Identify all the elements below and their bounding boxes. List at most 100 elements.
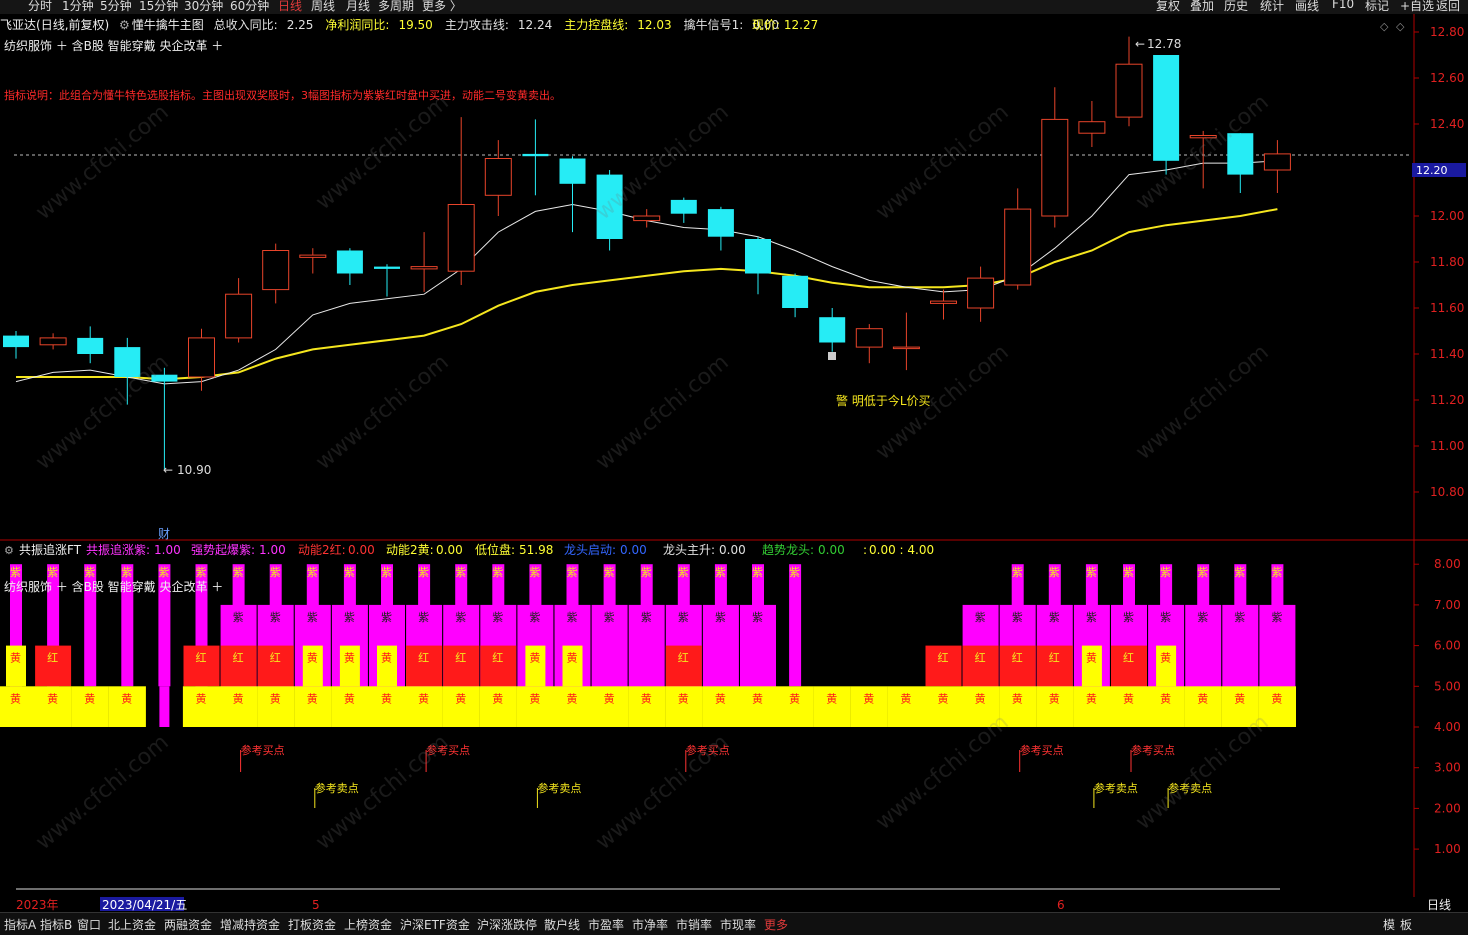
bottom-tab-9[interactable]: 沪深涨跌停 bbox=[477, 916, 537, 933]
sub-settings-icon: ⚙ bbox=[4, 544, 14, 557]
bottom-tab-12[interactable]: 市净率 bbox=[632, 916, 668, 933]
yellow-mark: 黄 bbox=[826, 691, 837, 705]
red-mark: 红 bbox=[678, 652, 689, 665]
purple-mark: 紫 bbox=[678, 611, 689, 624]
purple-mark: 紫 bbox=[233, 566, 244, 579]
yellow-mark: 黄 bbox=[344, 691, 355, 705]
bottom-tab-4[interactable]: 两融资金 bbox=[164, 916, 212, 933]
sub-info-item: 低位盘: bbox=[475, 542, 515, 557]
buy-point-label: 参考买点 bbox=[1131, 743, 1175, 757]
candle-body-up bbox=[410, 266, 438, 270]
month-label: 6 bbox=[1057, 898, 1065, 912]
yellow-mark: 黄 bbox=[1160, 691, 1171, 705]
candle-body-down bbox=[782, 275, 809, 308]
purple-mark: 紫 bbox=[567, 566, 578, 579]
yellow-mark: 黄 bbox=[975, 691, 986, 705]
red-mark: 红 bbox=[233, 652, 244, 665]
sub-info-item: : bbox=[863, 543, 867, 557]
purple-mark: 紫 bbox=[789, 566, 800, 579]
bottom-tab-1[interactable]: 指标B bbox=[40, 916, 72, 933]
kline-chart[interactable]: 12.80 12.60 12.40 12.20 12.00 11.80 11.60 11.40… bbox=[0, 0, 1468, 935]
red-mark: 红 bbox=[196, 652, 207, 665]
red-mark: 红 bbox=[47, 652, 58, 665]
yellow-mark: 黄 bbox=[529, 691, 540, 705]
purple-mark: 紫 bbox=[344, 611, 355, 624]
sub-axis-label: 4.00 bbox=[1434, 720, 1461, 734]
yellow-mark: 黄 bbox=[307, 651, 318, 665]
yellow-mark: 黄 bbox=[1086, 651, 1097, 665]
yellow-mark: 黄 bbox=[307, 691, 318, 705]
sell-point-label: 参考卖点 bbox=[315, 781, 359, 795]
sub-info-item: 强势起爆紫: bbox=[191, 543, 255, 557]
sub-info-value: 0.00 : 4.00 bbox=[869, 543, 934, 557]
diamond-icon: ◇ bbox=[1380, 20, 1389, 33]
sub-indicator-name: 共振追涨FT bbox=[19, 542, 82, 557]
purple-mark: 紫 bbox=[1197, 566, 1208, 579]
candle-body-up bbox=[39, 337, 67, 346]
yellow-mark: 黄 bbox=[604, 691, 615, 705]
sell-point-label: 参考卖点 bbox=[1094, 781, 1138, 795]
sub-axis-label: 1.00 bbox=[1434, 842, 1461, 856]
purple-mark: 紫 bbox=[641, 611, 652, 624]
purple-mark: 紫 bbox=[752, 611, 763, 624]
purple-mark: 紫 bbox=[418, 611, 429, 624]
candle-body-up bbox=[1078, 121, 1106, 134]
bottom-tab-11[interactable]: 市盈率 bbox=[588, 916, 624, 933]
candle-body-up bbox=[225, 293, 253, 339]
purple-mark: 紫 bbox=[1234, 566, 1245, 579]
purple-mark: 紫 bbox=[1123, 611, 1134, 624]
yellow-mark: 黄 bbox=[1123, 691, 1134, 705]
bottom-tab-7[interactable]: 上榜资金 bbox=[344, 916, 392, 933]
bottom-tab-8[interactable]: 沪深ETF资金 bbox=[400, 916, 470, 933]
purple-mark: 紫 bbox=[529, 566, 540, 579]
purple-mark: 紫 bbox=[1160, 566, 1171, 579]
bottom-tab-3[interactable]: 北上资金 bbox=[108, 916, 156, 933]
purple-mark: 紫 bbox=[270, 611, 281, 624]
template-button[interactable]: 模 bbox=[1383, 916, 1395, 933]
cursor-date: 2023/04/21/五 bbox=[102, 898, 187, 912]
bottom-tab-15[interactable]: 更多 bbox=[764, 916, 788, 933]
purple-mark: 紫 bbox=[715, 611, 726, 624]
yellow-mark: 黄 bbox=[270, 691, 281, 705]
yellow-mark: 黄 bbox=[567, 651, 578, 665]
yellow-mark: 黄 bbox=[418, 691, 429, 705]
bottom-tab-6[interactable]: 打板资金 bbox=[288, 916, 336, 933]
purple-mark: 紫 bbox=[641, 566, 652, 579]
yellow-mark: 黄 bbox=[752, 691, 763, 705]
yellow-mark: 黄 bbox=[1049, 691, 1060, 705]
red-mark: 红 bbox=[418, 652, 429, 665]
sub-info-item: 动能2红: bbox=[298, 542, 346, 557]
purple-mark: 紫 bbox=[1012, 566, 1023, 579]
purple-mark: 紫 bbox=[47, 566, 58, 579]
price-axis-label: 11.00 bbox=[1430, 439, 1464, 453]
sub-axis-label: 6.00 bbox=[1434, 639, 1461, 653]
sub-axis-label: 8.00 bbox=[1434, 557, 1461, 571]
bottom-indicator-bar: 指标A 指标B 窗口 北上资金 两融资金 增减持资金 打板资金 上榜资金 沪深ETF资金 沪深涨跌… bbox=[0, 912, 1468, 935]
purple-mark: 紫 bbox=[715, 566, 726, 579]
candle-body-down bbox=[819, 317, 846, 343]
price-axis-label: 11.80 bbox=[1430, 255, 1464, 269]
board-button[interactable]: 板 bbox=[1400, 916, 1412, 933]
buy-point-label: 参考买点 bbox=[241, 743, 285, 757]
bottom-tab-13[interactable]: 市销率 bbox=[676, 916, 712, 933]
purple-mark: 紫 bbox=[455, 611, 466, 624]
purple-mark: 紫 bbox=[975, 611, 986, 624]
purple-mark: 紫 bbox=[1271, 566, 1282, 579]
sub-sector-tags: 纺织服饰 ＋ 含B股 智能穿戴 央企改革 ＋ bbox=[4, 579, 223, 594]
bottom-tab-0[interactable]: 指标A bbox=[4, 916, 36, 933]
bottom-tab-10[interactable]: 散户线 bbox=[544, 916, 580, 933]
sub-info-item: 动能2黄: bbox=[386, 543, 434, 557]
resonance-purple-bar bbox=[159, 686, 170, 727]
bottom-tab-14[interactable]: 市现率 bbox=[720, 916, 756, 933]
price-axis-label: 12.00 bbox=[1430, 209, 1464, 223]
yellow-mark: 黄 bbox=[84, 691, 95, 705]
yellow-mark: 黄 bbox=[863, 691, 874, 705]
candle-body-up bbox=[892, 346, 920, 350]
bottom-tab-2[interactable]: 窗口 bbox=[77, 916, 101, 933]
purple-mark: 紫 bbox=[492, 611, 503, 624]
sub-info-value: 51.98 bbox=[519, 543, 553, 557]
yellow-mark: 黄 bbox=[1086, 691, 1097, 705]
bottom-tab-5[interactable]: 增减持资金 bbox=[220, 916, 280, 933]
sub-axis-label: 3.00 bbox=[1434, 761, 1461, 775]
price-axis-label: 10.80 bbox=[1430, 485, 1464, 499]
